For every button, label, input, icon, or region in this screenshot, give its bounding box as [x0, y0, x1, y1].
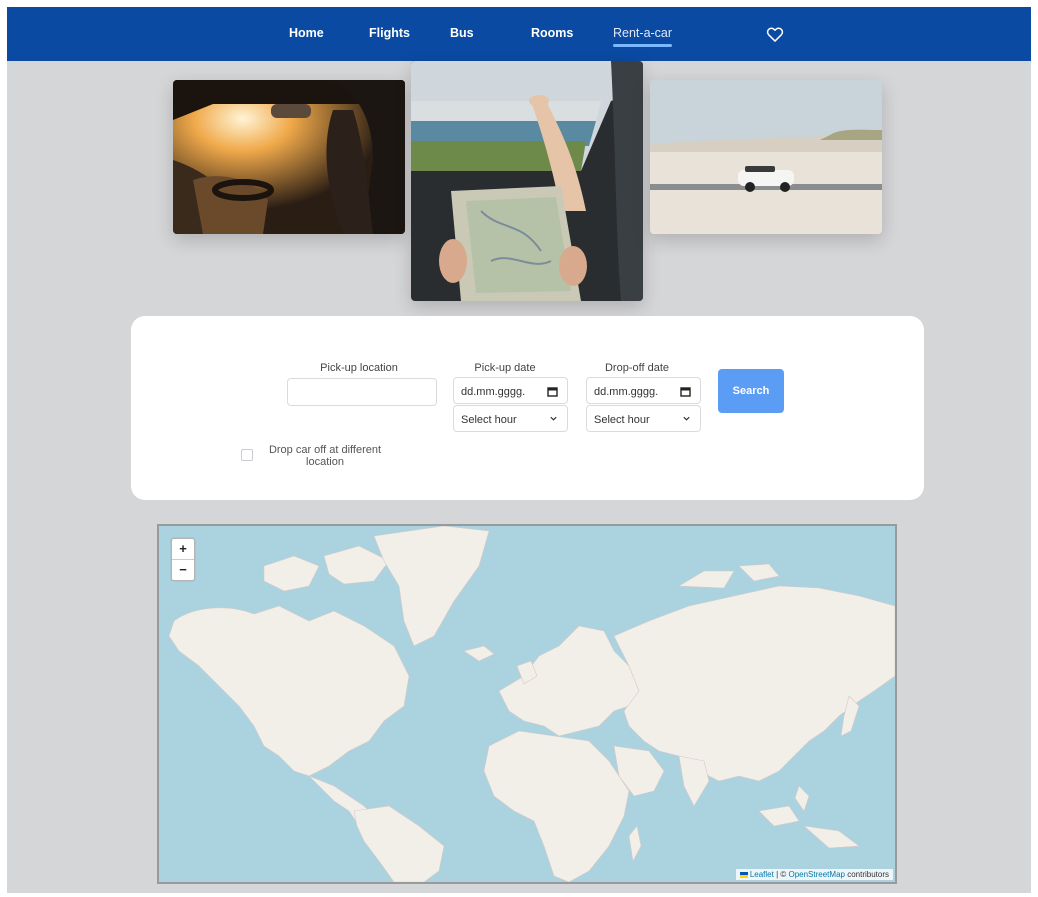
zoom-in-button[interactable]: + [172, 539, 194, 559]
photo-driver [173, 80, 405, 234]
nav-rent-a-car[interactable]: Rent-a-car [613, 26, 673, 47]
nav-flights[interactable]: Flights [369, 26, 410, 46]
different-location-label[interactable]: Drop car off at different location [255, 444, 395, 468]
zoom-out-button[interactable]: − [172, 559, 194, 580]
dropoff-date-value: dd.mm.gggg. [594, 386, 659, 398]
pickup-date-value: dd.mm.gggg. [461, 386, 526, 398]
leaflet-link[interactable]: Leaflet [750, 870, 774, 879]
pickup-date-label: Pick-up date [474, 362, 536, 374]
world-map[interactable]: + − Leaflet | © OpenStreetMap contributo… [157, 524, 897, 884]
different-location-checkbox[interactable] [241, 449, 253, 461]
nav-rent-a-car-label: Rent-a-car [613, 26, 673, 40]
page: Home Flights Bus Rooms Rent-a-car Pick-u… [7, 7, 1031, 893]
pickup-date-input[interactable]: dd.mm.gggg. [453, 377, 568, 404]
pickup-hour-select[interactable]: Select hour [453, 405, 568, 432]
pickup-hour-value: Select hour [461, 414, 517, 426]
attribution-suffix: contributors [844, 870, 889, 879]
dropoff-date-input[interactable]: dd.mm.gggg. [586, 377, 701, 404]
map-tiles [168, 526, 895, 882]
attribution-separator: | © [773, 870, 789, 879]
heart-icon[interactable] [765, 24, 785, 44]
nav-bus[interactable]: Bus [450, 26, 474, 46]
zoom-control: + − [171, 538, 195, 581]
dropoff-hour-value: Select hour [594, 414, 650, 426]
dropoff-date-label: Drop-off date [604, 362, 669, 374]
chevron-down-icon [682, 414, 691, 426]
pickup-location-label: Pick-up location [320, 362, 398, 374]
chevron-down-icon [549, 414, 558, 426]
photo-map-reading [411, 61, 643, 301]
active-tab-underline [613, 44, 673, 47]
pickup-location-input[interactable] [287, 378, 437, 406]
photo-convertible-beach [650, 80, 882, 234]
nav-rooms[interactable]: Rooms [531, 26, 573, 46]
dropoff-hour-select[interactable]: Select hour [586, 405, 701, 432]
search-button[interactable]: Search [718, 369, 784, 413]
osm-link[interactable]: OpenStreetMap [788, 870, 844, 879]
calendar-icon[interactable] [547, 386, 558, 400]
top-nav: Home Flights Bus Rooms Rent-a-car [7, 7, 1031, 61]
search-card: Pick-up location Pick-up date dd.mm.gggg… [131, 316, 924, 500]
map-attribution: Leaflet | © OpenStreetMap contributors [735, 869, 893, 880]
nav-home[interactable]: Home [289, 26, 324, 46]
ukraine-flag-icon [739, 871, 748, 878]
calendar-icon[interactable] [680, 386, 691, 400]
